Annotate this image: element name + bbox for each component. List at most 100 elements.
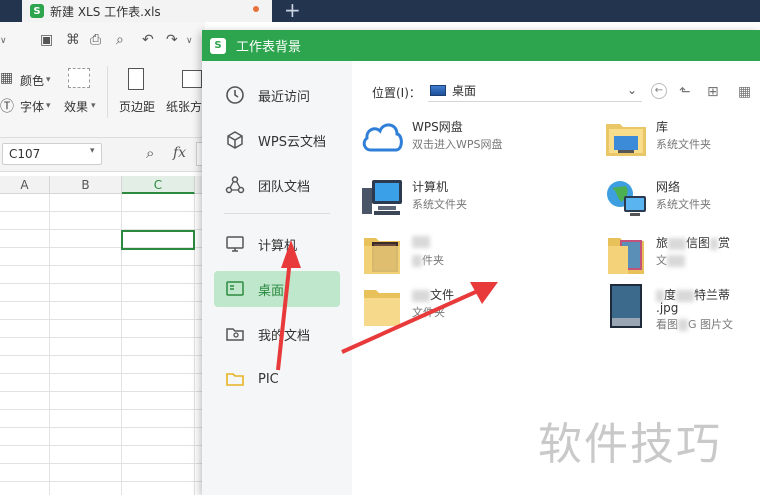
new-tab-button[interactable]: + (284, 0, 301, 22)
file-item-folder-blurred[interactable]: 件夹 (360, 232, 540, 278)
color-grid-icon: ▦ (0, 70, 14, 86)
location-value: 桌面 (452, 84, 477, 98)
sidebar-item-label: WPS云文档 (258, 134, 326, 150)
chevron-down-icon[interactable]: ▾ (90, 146, 95, 156)
font-circle-icon: Ⓣ (0, 99, 14, 115)
sidebar-item-team[interactable]: 团队文档 (214, 167, 340, 203)
blurred-text (710, 237, 719, 250)
file-name: WPS网盘 (412, 120, 463, 134)
undo-icon[interactable]: ↶ (142, 32, 154, 48)
blurred-text (412, 235, 430, 248)
unsaved-dot-icon (253, 6, 259, 12)
toolbar-divider (107, 66, 108, 118)
file-name: 文件 (412, 286, 454, 303)
file-item-computer[interactable]: 计算机 系统文件夹 (360, 176, 540, 222)
file-type: 文 (656, 252, 685, 268)
image-file-icon (610, 284, 642, 328)
format-painter-icon[interactable]: ⌘ (66, 32, 80, 48)
blurred-text (412, 255, 422, 267)
file-name (412, 234, 430, 248)
orientation-button[interactable]: 纸张方 (166, 98, 202, 115)
clock-icon (224, 84, 246, 106)
orientation-icon[interactable] (182, 70, 202, 88)
folder-icon (364, 290, 400, 326)
sidebar-item-label: 我的文档 (258, 328, 311, 344)
chevron-down-icon: ▾ (46, 101, 51, 111)
file-item-jpg[interactable]: 度特兰蒂 .jpg 看图 G 图片文 (604, 284, 760, 331)
photo-folder-icon (364, 238, 400, 274)
wps-logo-icon: S (30, 4, 44, 18)
name-box[interactable]: C107 (2, 143, 102, 165)
library-folder-icon (606, 124, 646, 156)
print-icon[interactable]: ⎙ (90, 32, 101, 48)
font-button[interactable]: 字体 (20, 98, 44, 115)
location-select[interactable]: 桌面 (428, 80, 642, 102)
tab-title: 新建 XLS 工作表.xls (50, 4, 161, 19)
view-grid-icon[interactable]: ▦ (738, 84, 751, 100)
column-header-a[interactable]: A (0, 176, 50, 194)
file-name: 旅信图赏 (656, 236, 731, 250)
file-type: 系统文件夹 (412, 198, 467, 211)
chevron-down-icon: ▾ (46, 75, 51, 85)
chevron-down-icon[interactable]: ∨ (186, 36, 193, 46)
sidebar-item-label: 最近访问 (258, 89, 311, 105)
page-margin-button[interactable]: 页边距 (119, 98, 155, 115)
desktop-icon (430, 85, 446, 96)
file-name: 库 (656, 120, 669, 134)
my-docs-icon (224, 323, 246, 345)
file-type: 系统文件夹 (656, 138, 711, 151)
wps-logo-icon: S (210, 37, 226, 54)
tab-active[interactable]: S 新建 XLS 工作表.xls (22, 0, 272, 22)
blurred-text (678, 319, 688, 331)
zoom-search-icon[interactable]: ⌕ (146, 144, 154, 162)
cube-icon (224, 129, 246, 151)
sidebar-item-my-docs[interactable]: 我的文档 (214, 316, 340, 352)
location-label: 位置(I)： (372, 86, 421, 100)
file-item-wps-drive[interactable]: WPS网盘 双击进入WPS网盘 (360, 116, 540, 162)
file-item-travel-folder[interactable]: 旅信图赏 文 (604, 232, 760, 278)
sidebar-item-label: 计算机 (258, 238, 298, 254)
sidebar-item-computer[interactable]: 计算机 (214, 226, 340, 262)
effect-button[interactable]: 效果 (64, 98, 88, 115)
redo-icon[interactable]: ↷ (166, 32, 178, 48)
new-folder-icon[interactable]: ⊞ (707, 84, 719, 100)
column-header-b[interactable]: B (50, 176, 122, 194)
photo-folder-icon (608, 238, 644, 274)
monitor-icon (224, 233, 246, 255)
chevron-down-icon[interactable]: ∨ (0, 36, 7, 46)
chevron-down-icon: ▾ (91, 101, 96, 111)
sidebar-item-label: 桌面 (258, 283, 285, 299)
file-item-network[interactable]: 网络 系统文件夹 (604, 176, 760, 222)
sidebar-item-recent[interactable]: 最近访问 (214, 77, 340, 113)
page-margin-icon[interactable] (128, 68, 144, 90)
effect-preview-icon[interactable] (68, 68, 90, 88)
column-header-c[interactable]: C (122, 176, 195, 194)
back-icon[interactable]: ← (651, 83, 667, 99)
folder-icon (224, 368, 246, 390)
file-item-library[interactable]: 库 系统文件夹 (604, 116, 760, 162)
sidebar-divider (224, 213, 330, 214)
file-name: 网络 (656, 180, 681, 194)
sidebar-item-label: 团队文档 (258, 179, 311, 195)
file-type: 双击进入WPS网盘 (412, 138, 503, 151)
file-type: 系统文件夹 (656, 198, 711, 211)
up-folder-icon[interactable]: ⬑ (679, 84, 691, 100)
selected-cell[interactable] (121, 230, 195, 250)
sidebar-item-wps-cloud[interactable]: WPS云文档 (214, 122, 340, 158)
dialog-title-bar: S 工作表背景 (202, 30, 760, 61)
network-icon (607, 181, 646, 216)
sidebar-item-desktop[interactable]: 桌面 (214, 271, 340, 307)
blurred-text (656, 289, 664, 302)
fx-button[interactable]: fx (173, 145, 186, 161)
save-icon[interactable]: ▣ (40, 32, 53, 48)
sidebar-item-pic[interactable]: PIC (214, 361, 340, 397)
team-icon (224, 174, 246, 196)
color-button[interactable]: 颜色 (20, 72, 44, 89)
blurred-text (412, 289, 430, 302)
chevron-down-icon[interactable]: ⌄ (627, 83, 637, 97)
blurred-text (668, 237, 687, 250)
file-type: 件夹 (412, 252, 444, 268)
print-preview-icon[interactable]: ⌕ (116, 32, 124, 48)
file-item-folder2[interactable]: 文件 文件夹 (360, 284, 540, 330)
file-type: 看图 G 图片文 (656, 318, 734, 331)
